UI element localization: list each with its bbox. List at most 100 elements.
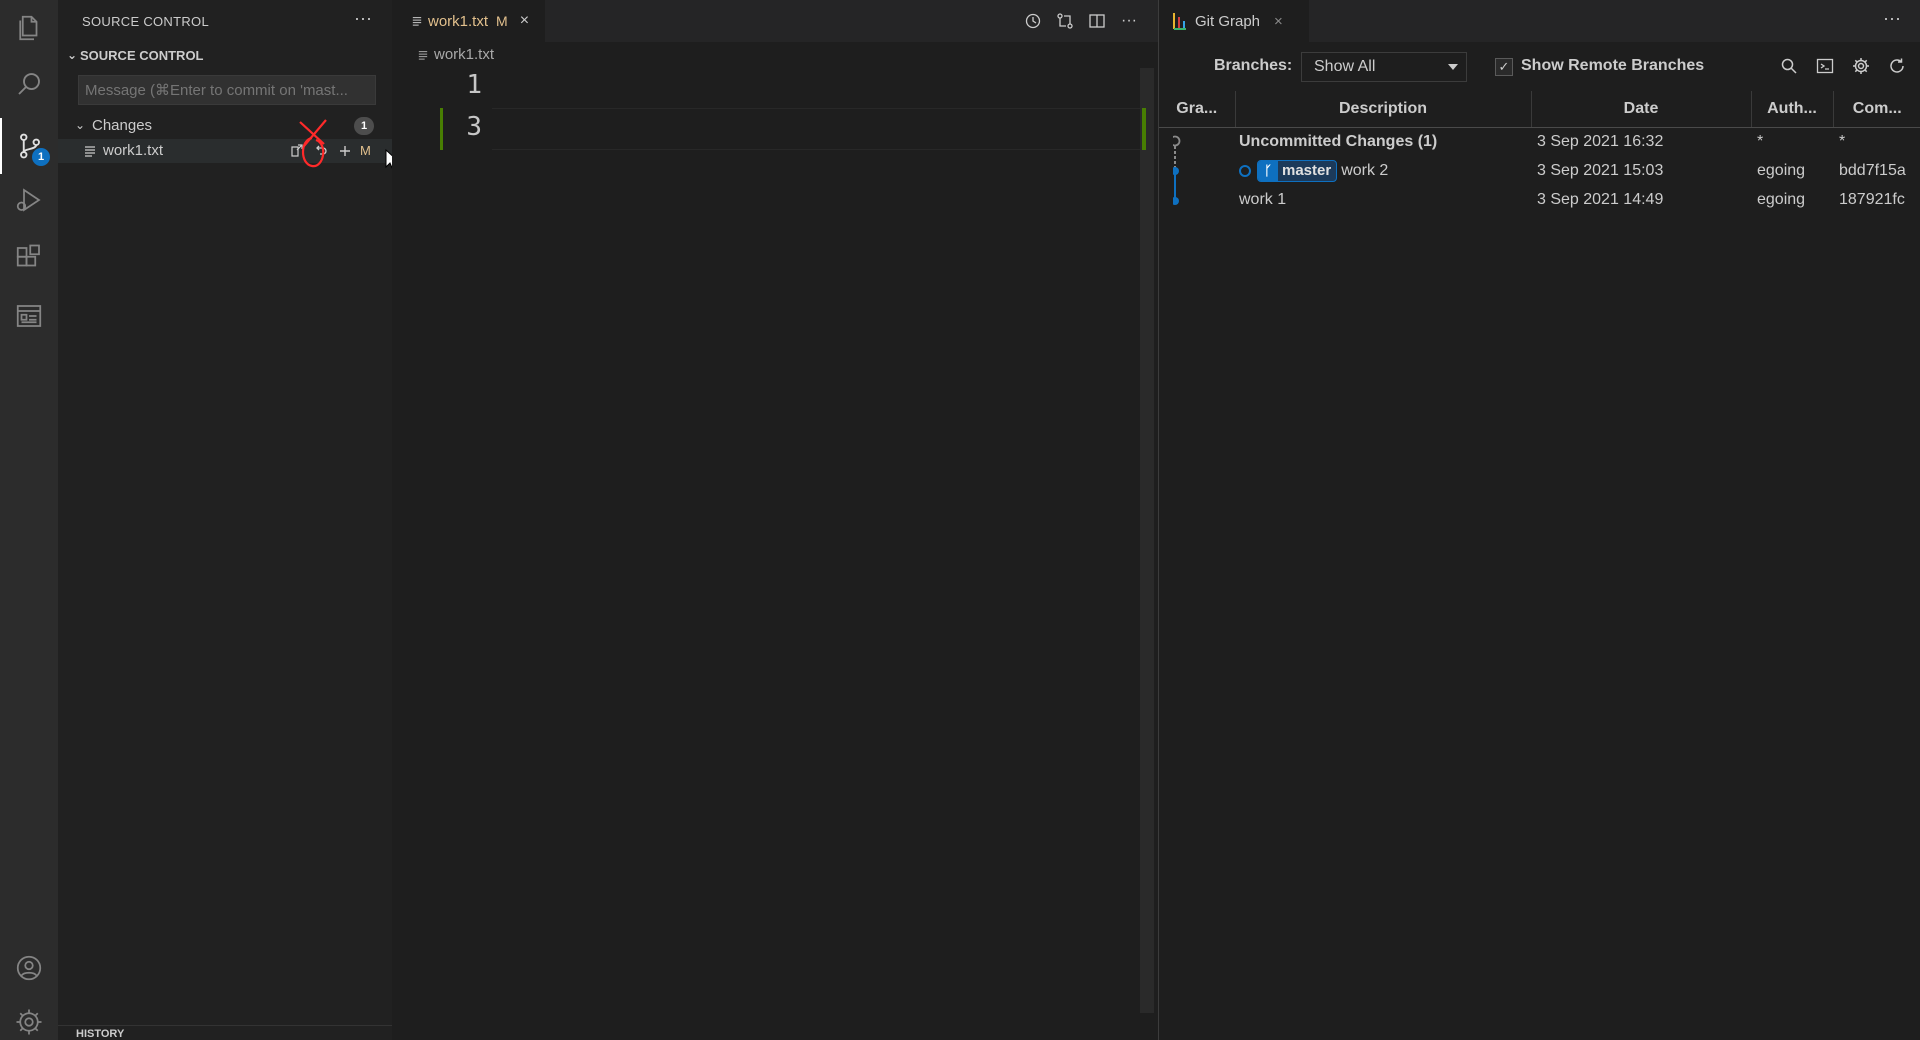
changed-file-name: work1.txt — [103, 142, 164, 159]
commit-author: egoing — [1757, 161, 1806, 179]
git-graph-controls: Branches: Show All ✓ Show Remote Branche… — [1159, 50, 1920, 82]
tab-close-icon[interactable]: × — [1274, 13, 1283, 30]
editor-pane: work1.txt M × ··· work1.txt 1 3 — [392, 0, 1158, 1040]
search-icon[interactable] — [0, 56, 58, 112]
editor-actions: ··· — [1022, 10, 1140, 32]
commit-description: work 2 — [1341, 161, 1389, 179]
tab-label: work1.txt — [428, 12, 489, 30]
git-graph-tab-label: Git Graph — [1195, 12, 1261, 30]
branches-select[interactable]: Show All — [1301, 52, 1467, 82]
changes-count-badge: 1 — [354, 117, 374, 135]
history-section-header[interactable]: HISTORY — [58, 1025, 392, 1040]
run-debug-icon[interactable] — [0, 172, 58, 228]
code-line[interactable]: 1 — [392, 70, 1142, 110]
account-icon[interactable] — [0, 940, 58, 996]
commits-table: Gra... Description Date Auth... Com... U… — [1159, 91, 1920, 214]
refresh-icon[interactable] — [1885, 54, 1909, 78]
commit-hash: * — [1839, 132, 1846, 150]
branch-tag[interactable]: ᚴ master — [1257, 159, 1338, 182]
settings-gear-icon[interactable] — [0, 994, 58, 1040]
breadcrumb[interactable]: work1.txt — [418, 46, 494, 63]
open-file-icon[interactable] — [288, 142, 306, 160]
branch-tag-label: master — [1282, 162, 1332, 179]
changes-group[interactable]: ⌄ Changes — [72, 114, 382, 136]
chevron-down-icon: ⌄ — [66, 48, 78, 62]
file-lines-icon — [85, 146, 95, 157]
uncommitted-node[interactable] — [1173, 135, 1181, 147]
column-header-commit[interactable]: Com... — [1833, 91, 1920, 128]
commit-node[interactable] — [1173, 167, 1179, 175]
column-header-date[interactable]: Date — [1531, 91, 1752, 128]
scm-section-title: SOURCE CONTROL — [80, 47, 204, 63]
editor-more-icon[interactable]: ··· — [1118, 10, 1140, 32]
show-remote-label: Show Remote Branches — [1521, 57, 1705, 74]
table-row[interactable]: ᚴ master work 2 3 Sep 2021 15:03 egoing bd… — [1159, 156, 1920, 185]
git-graph-more-icon[interactable]: ··· — [1883, 8, 1901, 29]
line-number: 1 — [466, 70, 482, 100]
tab-close-icon[interactable]: × — [520, 12, 529, 30]
scrollbar-change-marker — [1142, 108, 1146, 150]
chevron-down-icon: ⌄ — [74, 118, 86, 132]
tab-modified-badge: M — [496, 13, 508, 29]
git-graph-icon[interactable] — [0, 288, 58, 344]
commit-graph — [1173, 135, 1181, 205]
git-graph-panel: Git Graph × ··· Branches: Show All ✓ Sho… — [1158, 0, 1920, 1040]
editor-scrollbar[interactable] — [1140, 68, 1154, 1013]
commit-node[interactable] — [1173, 197, 1179, 205]
commit-hash: 187921fc — [1839, 190, 1905, 208]
git-graph-tabbar: Git Graph × ··· — [1159, 0, 1920, 42]
branch-icon: ᚴ — [1258, 160, 1278, 181]
activity-bar: 1 — [0, 0, 58, 1040]
sidebar-title: SOURCE CONTROL — [82, 14, 209, 29]
caret-down-icon — [1448, 64, 1458, 70]
timeline-history-icon[interactable] — [1022, 10, 1044, 32]
breadcrumb-file: work1.txt — [434, 46, 495, 63]
source-control-sidebar: SOURCE CONTROL ··· ⌄ SOURCE CONTROL ⌄ Ch… — [58, 0, 392, 1040]
column-header-description[interactable]: Description — [1235, 91, 1532, 128]
commit-description: work 1 — [1239, 190, 1287, 208]
file-lines-icon — [418, 50, 428, 60]
extensions-icon[interactable] — [0, 230, 58, 286]
commit-author: egoing — [1757, 190, 1806, 208]
code-line[interactable]: 3 — [392, 112, 1142, 152]
sidebar-more-icon[interactable]: ··· — [354, 8, 372, 29]
discard-changes-icon[interactable] — [312, 142, 330, 160]
tab-work1[interactable]: work1.txt M × — [392, 0, 545, 42]
table-header-row: Gra... Description Date Auth... Com... — [1159, 91, 1920, 128]
head-indicator — [1239, 164, 1251, 177]
git-graph-tab-icon — [1173, 13, 1186, 30]
explorer-icon[interactable] — [0, 0, 58, 56]
commit-message-input[interactable] — [78, 75, 376, 105]
commit-date: 3 Sep 2021 14:49 — [1537, 190, 1664, 208]
column-header-graph[interactable]: Gra... — [1159, 91, 1236, 128]
git-graph-toolbar — [1777, 54, 1909, 78]
show-remote-checkbox[interactable]: ✓ — [1495, 58, 1513, 76]
commit-date: 3 Sep 2021 15:03 — [1537, 161, 1664, 179]
table-row[interactable]: work 1 3 Sep 2021 14:49 egoing 187921fc — [1159, 185, 1920, 214]
tab-git-graph[interactable]: Git Graph × — [1159, 0, 1309, 42]
stage-changes-icon[interactable] — [336, 142, 354, 160]
branches-label: Branches: — [1214, 57, 1293, 74]
editor-tabbar: work1.txt M × ··· — [392, 0, 1158, 42]
terminal-icon[interactable] — [1813, 54, 1837, 78]
changes-label: Changes — [92, 116, 153, 134]
changed-file-row[interactable]: work1.txt M — [58, 139, 392, 163]
file-status-badge: M — [360, 143, 371, 158]
commit-hash: bdd7f15a — [1839, 161, 1906, 179]
line-number: 3 — [466, 112, 482, 142]
scm-badge: 1 — [32, 148, 50, 166]
table-row[interactable]: Uncommitted Changes (1) 3 Sep 2021 16:32… — [1159, 127, 1920, 156]
column-header-author[interactable]: Auth... — [1751, 91, 1834, 128]
file-lines-icon — [412, 17, 422, 26]
settings-gear-icon[interactable] — [1849, 54, 1873, 78]
commit-author: * — [1757, 132, 1764, 150]
file-actions — [288, 141, 354, 161]
scm-section-header[interactable]: ⌄ SOURCE CONTROL — [64, 44, 204, 66]
find-icon[interactable] — [1777, 54, 1801, 78]
commit-description-cell: ᚴ master work 2 — [1235, 156, 1531, 185]
open-changes-icon[interactable] — [1054, 10, 1076, 32]
branches-select-value: Show All — [1314, 58, 1376, 75]
split-editor-icon[interactable] — [1086, 10, 1108, 32]
commit-date: 3 Sep 2021 16:32 — [1537, 132, 1664, 150]
source-control-icon[interactable]: 1 — [0, 118, 58, 174]
